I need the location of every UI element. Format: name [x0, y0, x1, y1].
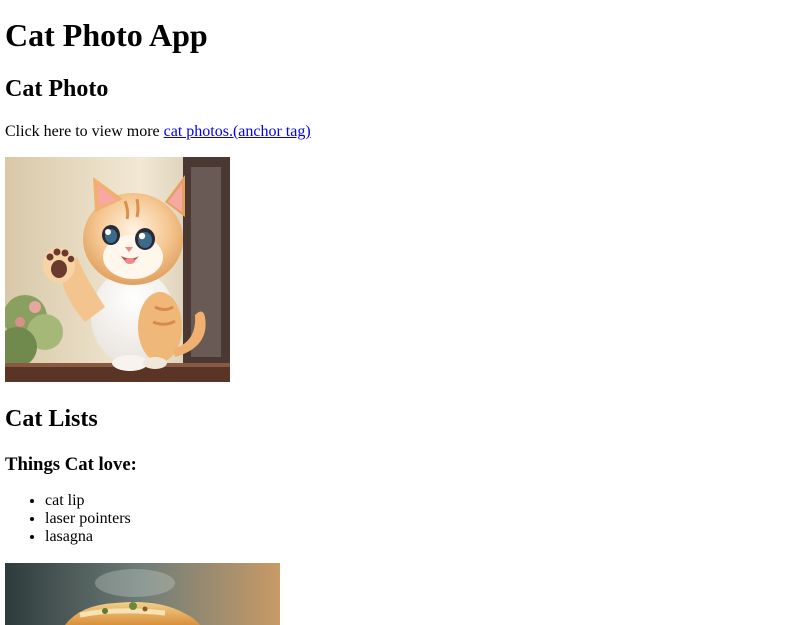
cat-loves-list: cat lip laser pointers lasagna — [5, 492, 131, 546]
cat-lists-heading: Cat Lists — [5, 406, 98, 432]
cat-photos-link[interactable]: cat photos.(anchor tag) — [164, 123, 311, 140]
cat-photo-heading: Cat Photo — [5, 76, 109, 102]
intro-text: Click here to view more — [5, 123, 164, 140]
cat-photo-image[interactable] — [5, 157, 230, 382]
lasagna-image — [5, 563, 280, 625]
intro-paragraph: Click here to view more cat photos.(anch… — [5, 122, 311, 142]
page-title: Cat Photo App — [5, 17, 208, 53]
things-cat-love-heading: Things Cat love: — [5, 454, 137, 475]
list-item: cat lip — [45, 492, 131, 510]
list-item: lasagna — [45, 528, 131, 546]
list-item: laser pointers — [45, 510, 131, 528]
page: Cat Photo App Cat Photo Click here to vi… — [0, 0, 790, 625]
